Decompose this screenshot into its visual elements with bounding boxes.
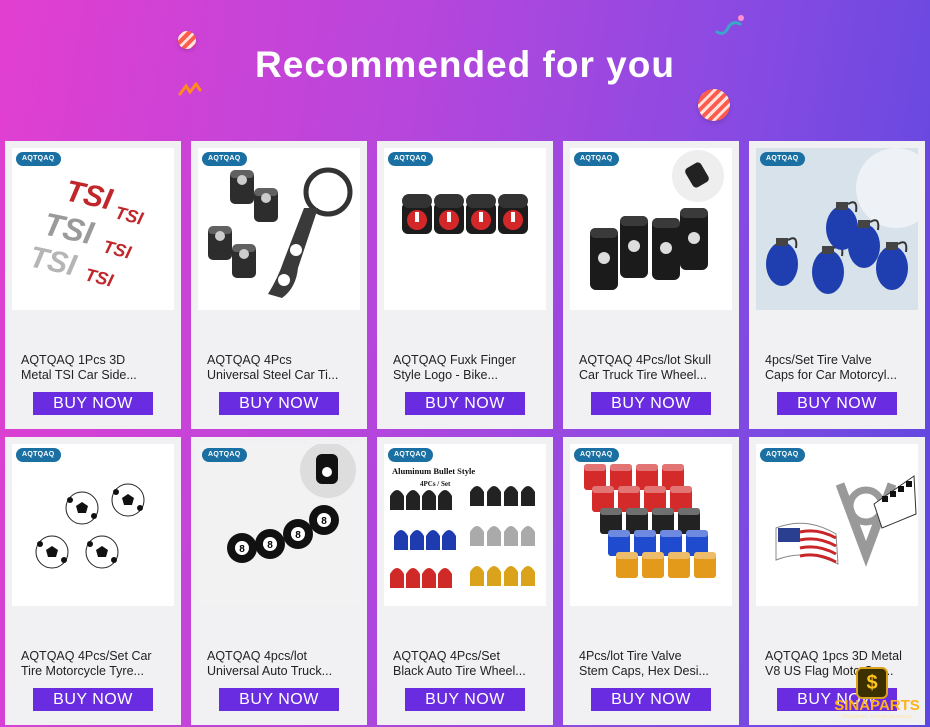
product-card[interactable]: TSI TSI TSI TSI TSI TSI AQTQAQ AQTQAQ 1P… [5,141,181,429]
product-card[interactable]: AQTQAQ AQTQAQ 4Pcs/Set Car Tire Motorcyc… [5,437,181,725]
product-card[interactable]: AQTQAQ AQTQAQ 4Pcs Universal Steel Car T… [191,141,367,429]
buy-now-button[interactable]: BUY NOW [405,392,525,415]
product-image[interactable]: AQTQAQ [12,444,174,606]
buy-now-button[interactable]: BUY NOW [591,688,711,711]
product-image[interactable]: AQTQAQ [570,148,732,310]
product-name-line-2: Universal Auto Truck... [207,664,333,678]
product-image[interactable]: TSI TSI TSI TSI TSI TSI AQTQAQ [12,148,174,310]
buy-now-button[interactable]: BUY NOW [591,392,711,415]
product-name-line-1: AQTQAQ 4pcs/lot [207,649,308,663]
svg-text:8: 8 [239,544,245,555]
watermark-name: SINAPARTS [834,697,920,714]
product-image[interactable]: AQTQAQ [570,444,732,606]
brand-badge: AQTQAQ [760,152,805,166]
product-name[interactable]: AQTQAQ 4pcs/lot Universal Auto Truck... [207,649,353,679]
brand-badge: AQTQAQ [16,152,61,166]
product-card[interactable]: AQTQAQ AQTQAQ Fuxk Finger Style Logo - B… [377,141,553,429]
product-name-line-1: AQTQAQ 4Pcs [207,353,292,367]
product-card[interactable]: AQTQAQ AQTQAQ 4Pcs/lot Skull Car Truck T… [563,141,739,429]
product-name-line-2: Black Auto Tire Wheel... [393,664,526,678]
product-name-line-1: AQTQAQ 4Pcs/Set [393,649,500,663]
buy-now-button[interactable]: BUY NOW [219,688,339,711]
product-name-line-2: Stem Caps, Hex Desi... [579,664,709,678]
brand-badge: AQTQAQ [760,448,805,462]
product-name[interactable]: 4Pcs/lot Tire Valve Stem Caps, Hex Desi.… [579,649,725,679]
product-image[interactable]: 8 8 8 8 AQTQAQ [198,444,360,606]
product-name-line-1: AQTQAQ 1Pcs 3D [21,353,126,367]
brand-badge: AQTQAQ [202,152,247,166]
product-name[interactable]: AQTQAQ 1Pcs 3D Metal TSI Car Side... [21,353,167,383]
brand-badge: AQTQAQ [388,152,433,166]
product-card[interactable]: AQTQAQ 4Pcs/lot Tire Valve Stem Caps, He… [563,437,739,725]
svg-text:8: 8 [321,516,327,527]
product-name-line-1: AQTQAQ 4Pcs/Set Car [21,649,152,663]
product-image[interactable]: AQTQAQ [756,148,918,310]
decor-striped-ball-large [698,89,730,121]
product-name-line-1: AQTQAQ 1pcs 3D Metal [765,649,902,663]
buy-now-button[interactable]: BUY NOW [405,688,525,711]
product-name[interactable]: AQTQAQ Fuxk Finger Style Logo - Bike... [393,353,539,383]
product-name[interactable]: AQTQAQ 4Pcs Universal Steel Car Ti... [207,353,353,383]
product-image[interactable]: Aluminum Bullet Style 4PCs / Set AQTQAQ [384,444,546,606]
svg-text:8: 8 [295,530,301,541]
buy-now-button[interactable]: BUY NOW [219,392,339,415]
product-name-line-1: 4pcs/Set Tire Valve [765,353,872,367]
product-image[interactable]: AQTQAQ [384,148,546,310]
brand-badge: AQTQAQ [574,448,619,462]
product-card[interactable]: 8 8 8 8 AQTQAQ AQTQAQ 4pcs/lot Universal Au… [191,437,367,725]
product-card[interactable]: Aluminum Bullet Style 4PCs / Set AQTQAQ … [377,437,553,725]
buy-now-button[interactable]: BUY NOW [777,392,897,415]
svg-text:TSI: TSI [83,264,116,290]
product-name[interactable]: AQTQAQ 4Pcs/lot Skull Car Truck Tire Whe… [579,353,725,383]
product-name-line-1: 4Pcs/lot Tire Valve [579,649,682,663]
brand-badge: AQTQAQ [202,448,247,462]
product-name-line-2: Caps for Car Motorcyl... [765,368,897,382]
product-name-line-2: Tire Motorcycle Tyre... [21,664,144,678]
product-name[interactable]: AQTQAQ 4Pcs/Set Car Tire Motorcycle Tyre… [21,649,167,679]
decor-squiggle-teal [714,14,744,36]
buy-now-button[interactable]: BUY NOW [33,392,153,415]
watermark-tagline: Price driven. Forever accessory. [841,714,913,720]
product-name-line-2: Car Truck Tire Wheel... [579,368,707,382]
product-name-line-2: Universal Steel Car Ti... [207,368,339,382]
brand-badge: AQTQAQ [574,152,619,166]
product-name-line-1: AQTQAQ 4Pcs/lot Skull [579,353,711,367]
product-card[interactable]: AQTQAQ 4pcs/Set Tire Valve Caps for Car … [749,141,925,429]
svg-text:TSI: TSI [113,202,146,228]
s-logo-icon: $ [856,667,888,699]
product-name-line-1: AQTQAQ Fuxk Finger [393,353,516,367]
product-name-line-2: Style Logo - Bike... [393,368,498,382]
brand-badge: AQTQAQ [16,448,61,462]
image-caption-1: Aluminum Bullet Style [392,466,475,476]
decor-squiggle-orange [178,82,204,96]
product-image[interactable]: AQTQAQ [756,444,918,606]
decor-striped-ball-small [178,31,196,49]
page-title: Recommended for you [255,44,675,85]
product-name[interactable]: AQTQAQ 4Pcs/Set Black Auto Tire Wheel... [393,649,539,679]
image-caption-2: 4PCs / Set [420,480,451,488]
brand-badge: AQTQAQ [388,448,433,462]
product-image[interactable]: AQTQAQ [198,148,360,310]
svg-text:8: 8 [267,540,273,551]
product-name[interactable]: 4pcs/Set Tire Valve Caps for Car Motorcy… [765,353,911,383]
sinaparts-watermark: $ SINAPARTS Price driven. Forever access… [832,667,922,723]
svg-text:TSI: TSI [101,236,134,262]
buy-now-button[interactable]: BUY NOW [33,688,153,711]
product-name-line-2: Metal TSI Car Side... [21,368,137,382]
